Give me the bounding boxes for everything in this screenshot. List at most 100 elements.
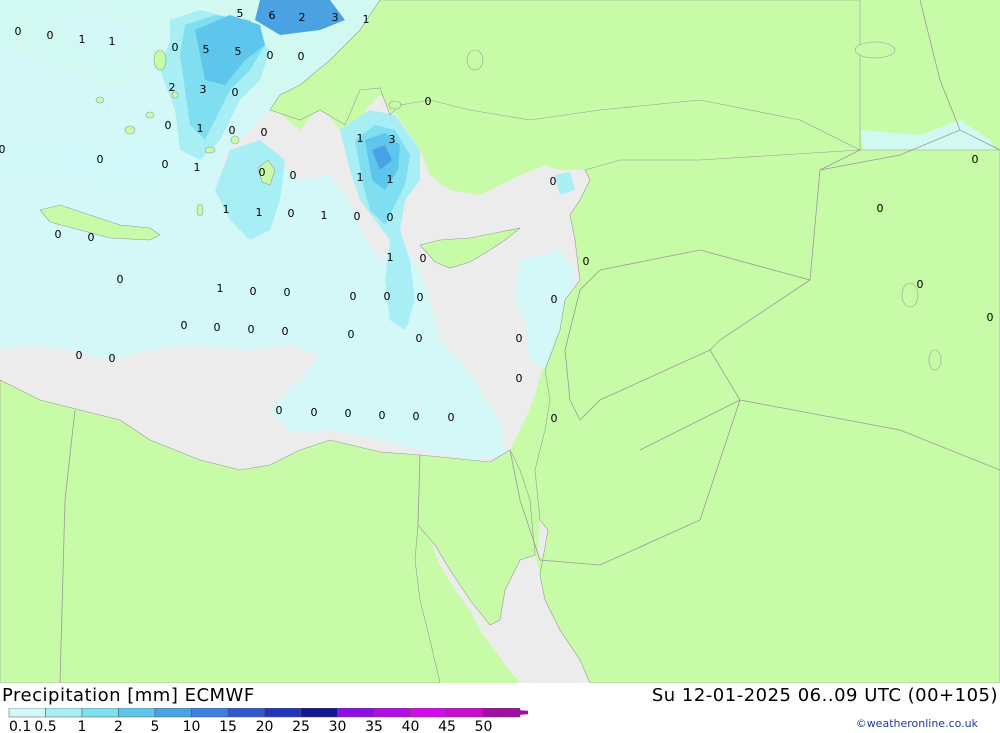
legend-label: 45 <box>438 719 456 733</box>
legend-label: 10 <box>183 719 201 733</box>
precip-value-label: 0 <box>917 278 924 291</box>
precip-value-label: 0 <box>416 332 423 345</box>
precip-value-label: 0 <box>47 29 54 42</box>
precip-value-label: 0 <box>877 202 884 215</box>
legend-swatch <box>45 708 83 718</box>
precip-value-label: 0 <box>97 153 104 166</box>
precip-value-label: 0 <box>117 273 124 286</box>
precip-value-label: 6 <box>269 9 276 22</box>
legend-swatch <box>410 708 448 718</box>
precip-value-label: 1 <box>357 132 364 145</box>
legend-label: 5 <box>151 719 160 733</box>
precip-value-label: 0 <box>354 210 361 223</box>
precip-value-label: 0 <box>516 332 523 345</box>
precip-value-label: 0 <box>298 50 305 63</box>
precip-value-label: 1 <box>79 33 86 46</box>
precip-value-label: 0 <box>55 228 62 241</box>
precip-value-label: 0 <box>379 409 386 422</box>
precip-value-label: 5 <box>235 45 242 58</box>
precip-value-label: 0 <box>109 352 116 365</box>
precip-value-label: 0 <box>229 124 236 137</box>
precip-value-label: 0 <box>276 404 283 417</box>
precip-value-label: 0 <box>284 286 291 299</box>
precip-value-label: 0 <box>248 323 255 336</box>
legend-swatch <box>8 708 46 718</box>
precip-value-label: 0 <box>214 321 221 334</box>
precip-value-label: 0 <box>181 319 188 332</box>
legend-swatch <box>81 708 119 718</box>
precip-value-label: 0 <box>259 166 266 179</box>
credit-link[interactable]: ©weatheronline.co.uk <box>856 717 978 730</box>
precip-value-label: 1 <box>217 282 224 295</box>
precip-value-label: 0 <box>550 175 557 188</box>
legend-swatch <box>227 708 265 718</box>
precip-value-label: 0 <box>516 372 523 385</box>
legend-swatch <box>154 708 192 718</box>
legend-swatch <box>337 708 375 718</box>
precip-value-label: 0 <box>172 41 179 54</box>
color-legend: 0.1 0.5 1 2 5 10 15 20 25 30 35 40 45 50 <box>8 708 528 733</box>
levant-land <box>534 149 1000 683</box>
legend-label: 0.1 <box>9 719 31 733</box>
precip-value-label: 0 <box>345 407 352 420</box>
precip-value-label: 0 <box>282 325 289 338</box>
precip-value-label: 1 <box>387 251 394 264</box>
precip-value-label: 0 <box>290 169 297 182</box>
legend-label: 30 <box>329 719 347 733</box>
legend-swatch <box>191 708 229 718</box>
precip-value-label: 3 <box>332 11 339 24</box>
precip-value-label: 5 <box>237 7 244 20</box>
precip-value-label: 0 <box>162 158 169 171</box>
legend-swatch <box>264 708 302 718</box>
precip-value-label: 0 <box>387 211 394 224</box>
precip-value-label: 0 <box>413 410 420 423</box>
precip-value-label: 0 <box>348 328 355 341</box>
precip-value-label: 1 <box>256 206 263 219</box>
precip-value-label: 0 <box>288 207 295 220</box>
precip-value-label: 1 <box>363 13 370 26</box>
precip-value-label: 1 <box>194 161 201 174</box>
precip-value-label: 0 <box>425 95 432 108</box>
precip-value-label: 0 <box>384 290 391 303</box>
precip-value-label: 0 <box>551 412 558 425</box>
legend-arrow <box>483 708 528 717</box>
precip-value-label: 0 <box>165 119 172 132</box>
precip-value-label: 0 <box>448 411 455 424</box>
chart-title: Precipitation [mm] ECMWF <box>2 685 255 706</box>
precip-value-label: 2 <box>169 81 176 94</box>
precip-value-label: 0 <box>250 285 257 298</box>
precip-value-label: 0 <box>261 126 268 139</box>
legend-swatch <box>446 708 484 718</box>
precip-value-label: 1 <box>109 35 116 48</box>
legend-label: 0.5 <box>34 719 56 733</box>
precip-value-label: 0 <box>417 291 424 304</box>
legend-label: 40 <box>402 719 420 733</box>
valid-time: Su 12-01-2025 06..09 UTC (00+105) <box>651 685 998 706</box>
precip-value-label: 0 <box>987 311 994 324</box>
precip-value-label: 3 <box>200 83 207 96</box>
precip-value-label: 1 <box>321 209 328 222</box>
precip-value-label: 0 <box>88 231 95 244</box>
precip-value-label: 3 <box>389 133 396 146</box>
precip-value-label: 0 <box>232 86 239 99</box>
precipitation-map: 0 0 1 1 5 6 2 3 1 0 5 5 0 0 2 3 0 0 1 0 0 0 0 0 1 0 0 1 3 1 1 1 1 0 1 0 0 0 0 0… <box>0 0 1000 683</box>
precip-value-label: 5 <box>203 43 210 56</box>
precip-value-label: 0 <box>420 252 427 265</box>
precip-value-label: 2 <box>299 11 306 24</box>
precip-value-label: 0 <box>15 25 22 38</box>
precip-value-label: 0 <box>76 349 83 362</box>
precip-value-label: 0 <box>350 290 357 303</box>
precip-value-label: 0 <box>551 293 558 306</box>
legend-label: 15 <box>219 719 237 733</box>
legend-swatch <box>373 708 411 718</box>
precip-value-label: 0 <box>267 49 274 62</box>
precip-value-label: 1 <box>223 203 230 216</box>
precip-value-label: 0 <box>972 153 979 166</box>
legend-label: 25 <box>292 719 310 733</box>
precip-value-label: 1 <box>357 171 364 184</box>
precip-value-label: 0 <box>311 406 318 419</box>
legend-label: 20 <box>256 719 274 733</box>
footer-bar: Precipitation [mm] ECMWF Su 12-01-2025 0… <box>0 683 1000 733</box>
precip-value-label: 1 <box>197 122 204 135</box>
legend-label: 50 <box>475 719 493 733</box>
